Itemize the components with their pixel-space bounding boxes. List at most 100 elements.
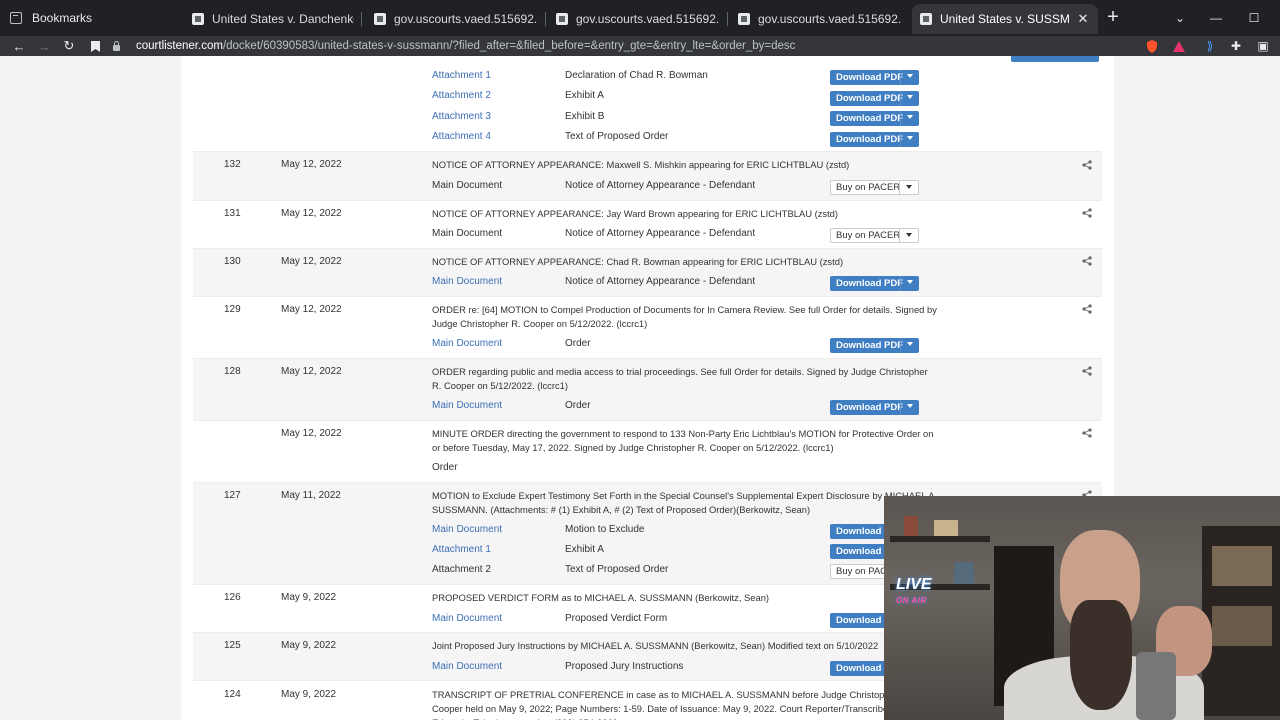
close-tab-icon[interactable]: ✕	[1076, 11, 1090, 27]
document-title: Notice of Attorney Appearance - Defendan…	[565, 276, 756, 287]
browser-tabstrip: Bookmarks United States v. Danchenko, 1:…	[0, 0, 1280, 36]
download-pdf-button[interactable]: Download PDF	[830, 132, 919, 147]
download-pdf-button[interactable]	[1011, 56, 1099, 62]
brave-shield-icon[interactable]	[1144, 38, 1160, 54]
extensions-puzzle-icon[interactable]: ✚	[1228, 38, 1244, 54]
entry-description: NOTICE OF ATTORNEY APPEARANCE: Maxwell S…	[432, 159, 850, 170]
new-tab-icon[interactable]: +	[1104, 7, 1122, 28]
share-icon[interactable]	[1082, 366, 1092, 376]
document-title: Order	[565, 400, 591, 411]
attachment-link[interactable]: Attachment 3	[432, 111, 491, 122]
main-document-link[interactable]: Main Document	[432, 524, 502, 535]
dropdown-caret-icon[interactable]	[906, 185, 912, 189]
bookmark-page-icon[interactable]	[86, 37, 104, 55]
browser-tab[interactable]: gov.uscourts.vaed.515692.1.0_3.pdf	[366, 4, 546, 34]
entry-date: May 9, 2022	[281, 689, 337, 700]
attachment-link[interactable]: Attachment 1	[432, 544, 491, 555]
document-title: Declaration of Chad R. Bowman	[565, 70, 708, 81]
tab-title: United States v. Danchenko, 1:21-cr-	[212, 12, 354, 26]
dropdown-caret-icon[interactable]	[907, 115, 913, 119]
tab-title: gov.uscourts.vaed.515692.13.0.pdf	[758, 12, 902, 26]
buy-on-pacer-button[interactable]: Buy on PACER	[830, 180, 919, 195]
share-icon[interactable]	[1082, 304, 1092, 314]
dropdown-caret-icon[interactable]	[906, 233, 912, 237]
attachment-link[interactable]: Attachment 1	[432, 70, 491, 81]
courtlistener-favicon-icon	[738, 13, 750, 25]
browser-tab[interactable]: gov.uscourts.vaed.515692.13.0.pdf	[730, 4, 910, 34]
webcam-overlay: LIVE ON AIR	[884, 496, 1280, 720]
dropdown-caret-icon[interactable]	[907, 280, 913, 284]
document-title: Order	[565, 338, 591, 349]
dropdown-caret-icon[interactable]	[907, 136, 913, 140]
wallet-icon[interactable]: ▣	[1255, 38, 1271, 54]
document-title: Motion to Exclude	[565, 524, 645, 535]
main-document-link[interactable]: Main Document	[432, 180, 502, 191]
attachment-link[interactable]: Attachment 4	[432, 131, 491, 142]
main-document-link[interactable]: Main Document	[432, 338, 502, 349]
entry-date: May 12, 2022	[281, 159, 342, 170]
dropdown-caret-icon[interactable]	[907, 404, 913, 408]
browser-tab-active[interactable]: United States v. SUSSMANN, 1: ✕	[912, 4, 1098, 34]
dropdown-caret-icon[interactable]	[907, 95, 913, 99]
main-document-link[interactable]: Main Document	[432, 661, 502, 672]
minimize-icon[interactable]: —	[1198, 0, 1234, 36]
entry-description: MOTION to Exclude Expert Testimony Set F…	[432, 490, 938, 515]
entry-number: 131	[224, 208, 241, 219]
entry-number: 127	[224, 490, 241, 501]
entry-date: May 12, 2022	[281, 256, 342, 267]
download-pdf-button[interactable]: Download PDF	[830, 400, 919, 415]
url-path: /docket/60390583/united-states-v-sussman…	[222, 40, 796, 52]
document-title: Text of Proposed Order	[565, 131, 669, 142]
document-title: Proposed Jury Instructions	[565, 661, 684, 672]
download-pdf-button[interactable]: Download PDF	[830, 276, 919, 291]
bookmarks-icon	[10, 12, 22, 24]
entry-number: 124	[224, 689, 241, 700]
share-icon[interactable]	[1082, 428, 1092, 438]
dropdown-caret-icon[interactable]	[907, 342, 913, 346]
bookmarks-label: Bookmarks	[32, 11, 93, 25]
download-pdf-button[interactable]: Download PDF	[830, 91, 919, 106]
wallet-extension-icon[interactable]: ⟫	[1202, 38, 1218, 54]
document-title: Exhibit A	[565, 544, 604, 555]
back-icon[interactable]: ←	[10, 37, 28, 55]
live-badge: LIVE ON AIR	[896, 576, 932, 606]
attachment-link[interactable]: Attachment 2	[432, 564, 491, 575]
entry-number: 126	[224, 592, 241, 603]
brave-rewards-icon[interactable]	[1171, 38, 1187, 54]
forward-icon[interactable]: →	[35, 37, 53, 55]
dropdown-caret-icon[interactable]	[907, 74, 913, 78]
entry-date: May 12, 2022	[281, 208, 342, 219]
tab-search-chevron-icon[interactable]: ⌄	[1162, 0, 1198, 36]
download-pdf-button[interactable]: Download PDF	[830, 70, 919, 85]
download-pdf-button[interactable]: Download PDF	[830, 111, 919, 126]
maximize-icon[interactable]: ☐	[1236, 0, 1272, 36]
main-document-link[interactable]: Main Document	[432, 276, 502, 287]
browser-tab[interactable]: United States v. Danchenko, 1:21-cr-	[184, 4, 362, 34]
entry-number: 128	[224, 366, 241, 377]
tab-title: gov.uscourts.vaed.515692.10.0.pdf	[576, 12, 720, 26]
share-icon[interactable]	[1082, 208, 1092, 218]
browser-toolbar: ← → ↻ courtlistener.com/docket/60390583/…	[0, 36, 1280, 56]
browser-tab[interactable]: gov.uscourts.vaed.515692.10.0.pdf	[548, 4, 728, 34]
share-icon[interactable]	[1082, 160, 1092, 170]
entry-description: NOTICE OF ATTORNEY APPEARANCE: Jay Ward …	[432, 208, 839, 219]
address-bar[interactable]: courtlistener.com/docket/60390583/united…	[112, 37, 1134, 55]
entry-date: May 9, 2022	[281, 592, 337, 603]
document-title: Notice of Attorney Appearance - Defendan…	[565, 228, 756, 239]
download-pdf-button[interactable]: Download PDF	[830, 338, 919, 353]
share-icon[interactable]	[1082, 256, 1092, 266]
entry-description: ORDER regarding public and media access …	[432, 366, 928, 391]
main-document-link[interactable]: Main Document	[432, 228, 502, 239]
main-document-link[interactable]: Main Document	[432, 400, 502, 411]
entry-date: May 9, 2022	[281, 640, 337, 651]
reload-icon[interactable]: ↻	[60, 37, 78, 55]
entry-description: TRANSCRIPT OF PRETRIAL CONFERENCE in cas…	[432, 689, 914, 720]
entry-number: 132	[224, 159, 241, 170]
buy-on-pacer-button[interactable]: Buy on PACER	[830, 228, 919, 243]
attachment-link[interactable]: Attachment 2	[432, 90, 491, 101]
main-document-link[interactable]: Main Document	[432, 613, 502, 624]
bookmarks-button[interactable]: Bookmarks	[0, 0, 180, 36]
entry-date: May 11, 2022	[281, 490, 341, 501]
entry-description: MINUTE ORDER directing the government to…	[432, 428, 934, 453]
courtlistener-favicon-icon	[374, 13, 386, 25]
